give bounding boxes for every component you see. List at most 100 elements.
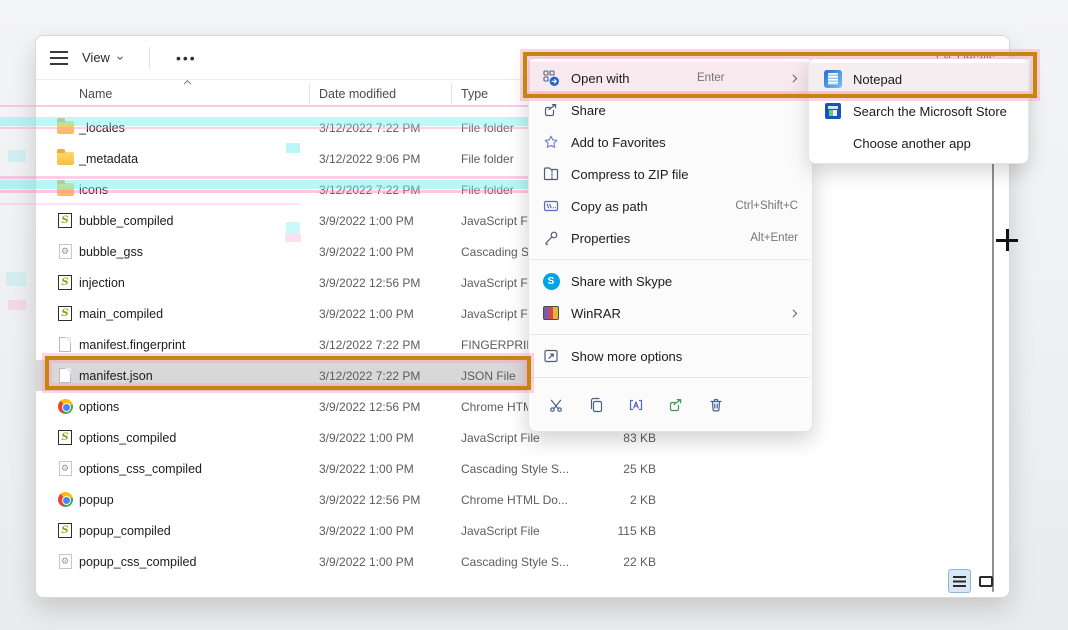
- menu-item-label: Copy as path: [571, 199, 648, 214]
- store-icon: [823, 103, 843, 119]
- file-date-modified: 3/9/2022 1:00 PM: [319, 245, 454, 259]
- file-date-modified: 3/9/2022 1:00 PM: [319, 555, 454, 569]
- column-header-name[interactable]: Name: [79, 87, 112, 101]
- menu-item-add-to-favorites[interactable]: Add to Favorites: [529, 126, 812, 158]
- file-date-modified: 3/9/2022 1:00 PM: [319, 307, 454, 321]
- file-row-popup_compiled[interactable]: popup_compiled3/9/2022 1:00 PMJavaScript…: [36, 515, 676, 546]
- folder-icon: [56, 151, 74, 167]
- zip-icon: [541, 166, 561, 182]
- file-row-options_css_compiled[interactable]: options_css_compiled 3/9/2022 1:00 PM Casc…: [36, 453, 676, 484]
- view-button[interactable]: View: [76, 46, 131, 69]
- file-name: popup_css_compiled: [79, 555, 301, 569]
- winrar-icon: [541, 306, 561, 320]
- menu-shortcut: Alt+Enter: [750, 232, 798, 244]
- submenu-item-label: Choose another app: [853, 136, 971, 151]
- menu-item-share[interactable]: Share: [529, 94, 812, 126]
- file-date-modified: 3/9/2022 12:56 PM: [319, 276, 454, 290]
- file-name: popup_compiled: [79, 524, 301, 538]
- menu-item-label: Add to Favorites: [571, 135, 666, 150]
- menu-item-winrar[interactable]: WinRAR: [529, 297, 812, 329]
- submenu-item-choose-another-app[interactable]: Choose another app: [809, 127, 1028, 159]
- screenshot-stage: View ••• Details Name Date modified Type…: [0, 0, 1068, 630]
- copy-button[interactable]: [583, 392, 609, 418]
- file-date-modified: 3/9/2022 1:00 PM: [319, 214, 454, 228]
- chrome-icon: [56, 492, 74, 508]
- submenu-item-search-the-microsoft-store[interactable]: Search the Microsoft Store: [809, 95, 1028, 127]
- file-name: main_compiled: [79, 307, 301, 321]
- context-menu: Open withEnterShareAdd to FavoritesCompr…: [528, 57, 813, 432]
- rename-icon: [628, 397, 644, 413]
- view-label: View: [82, 50, 110, 65]
- js-icon: [56, 213, 74, 229]
- js-icon: [56, 523, 74, 539]
- folder-icon: [56, 120, 74, 136]
- file-type: Chrome HTML Do...: [461, 493, 579, 507]
- annotation-box-open-with: [523, 52, 1037, 98]
- toolbar-divider: [149, 47, 150, 69]
- menu-item-label: Properties: [571, 231, 630, 246]
- column-divider[interactable]: [309, 83, 310, 105]
- file-name: manifest.fingerprint: [79, 338, 301, 352]
- menu-item-compress-to-zip-file[interactable]: Compress to ZIP file: [529, 158, 812, 190]
- thumbnail-view-icon: [979, 576, 993, 587]
- file-date-modified: 3/12/2022 7:22 PM: [319, 183, 454, 197]
- file-name: options_css_compiled: [79, 462, 301, 476]
- annotation-box-manifest-json: [45, 356, 531, 390]
- rename-button[interactable]: [623, 392, 649, 418]
- submenu-item-label: Search the Microsoft Store: [853, 104, 1007, 119]
- file-size: 22 KB: [584, 555, 656, 569]
- plus-cursor: [996, 229, 1018, 251]
- share-button[interactable]: [663, 392, 689, 418]
- trash-icon: [708, 397, 724, 413]
- css-icon: [56, 461, 74, 477]
- file-name: popup: [79, 493, 301, 507]
- column-divider[interactable]: [451, 83, 452, 105]
- sort-ascending-icon: [182, 78, 193, 86]
- details-view-button[interactable]: [948, 569, 971, 593]
- file-date-modified: 3/9/2022 1:00 PM: [319, 462, 454, 476]
- folder-icon: [56, 182, 74, 198]
- menu-item-label: WinRAR: [571, 306, 621, 321]
- file-name: bubble_gss: [79, 245, 301, 259]
- column-header-date-modified[interactable]: Date modified: [319, 87, 396, 101]
- copy-path-icon: [541, 198, 561, 214]
- share-icon: [541, 102, 561, 118]
- see-more-button[interactable]: •••: [168, 48, 205, 68]
- glitch-artifact: [8, 300, 26, 310]
- chevron-right-icon: [789, 308, 800, 319]
- file-size: 25 KB: [584, 462, 656, 476]
- file-row-popup[interactable]: popup3/9/2022 12:56 PMChrome HTML Do...2…: [36, 484, 676, 515]
- file-name: bubble_compiled: [79, 214, 301, 228]
- menu-item-share-with-skype[interactable]: Share with Skype: [529, 265, 812, 297]
- js-icon: [56, 430, 74, 446]
- file-size: 115 KB: [584, 524, 656, 538]
- css-icon: [56, 554, 74, 570]
- file-name: icons: [79, 183, 301, 197]
- file-date-modified: 3/12/2022 7:22 PM: [319, 338, 454, 352]
- file-type: JavaScript File: [461, 431, 579, 445]
- file-type: Cascading Style S...: [461, 462, 579, 476]
- menu-item-copy-as-path[interactable]: Copy as path Ctrl+Shift+C: [529, 190, 812, 222]
- menu-shortcut: Ctrl+Shift+C: [735, 200, 798, 212]
- delete-button[interactable]: [703, 392, 729, 418]
- file-date-modified: 3/9/2022 12:56 PM: [319, 400, 454, 414]
- menu-item-label: Show more options: [571, 349, 682, 364]
- menu-separator: [530, 377, 811, 378]
- details-view-icon: [953, 576, 966, 587]
- file-type: JavaScript File: [461, 524, 579, 538]
- file-row-popup_css_compiled[interactable]: popup_css_compiled3/9/2022 1:00 PMCascad…: [36, 546, 676, 577]
- file-date-modified: 3/12/2022 9:06 PM: [319, 152, 454, 166]
- cut-button[interactable]: [543, 392, 569, 418]
- file-name: options_compiled: [79, 431, 301, 445]
- file-size: 83 KB: [584, 431, 656, 445]
- menu-item-properties[interactable]: Properties Alt+Enter: [529, 222, 812, 254]
- menu-lines-icon[interactable]: [50, 51, 68, 65]
- file-name: injection: [79, 276, 301, 290]
- wrench-icon: [541, 230, 561, 246]
- menu-item-show-more-options[interactable]: Show more options: [529, 340, 812, 372]
- skype-icon: [541, 273, 561, 290]
- file-name: _locales: [79, 121, 301, 135]
- thumbnail-view-button[interactable]: [974, 569, 997, 593]
- column-header-type[interactable]: Type: [461, 87, 488, 101]
- css-icon: [56, 244, 74, 260]
